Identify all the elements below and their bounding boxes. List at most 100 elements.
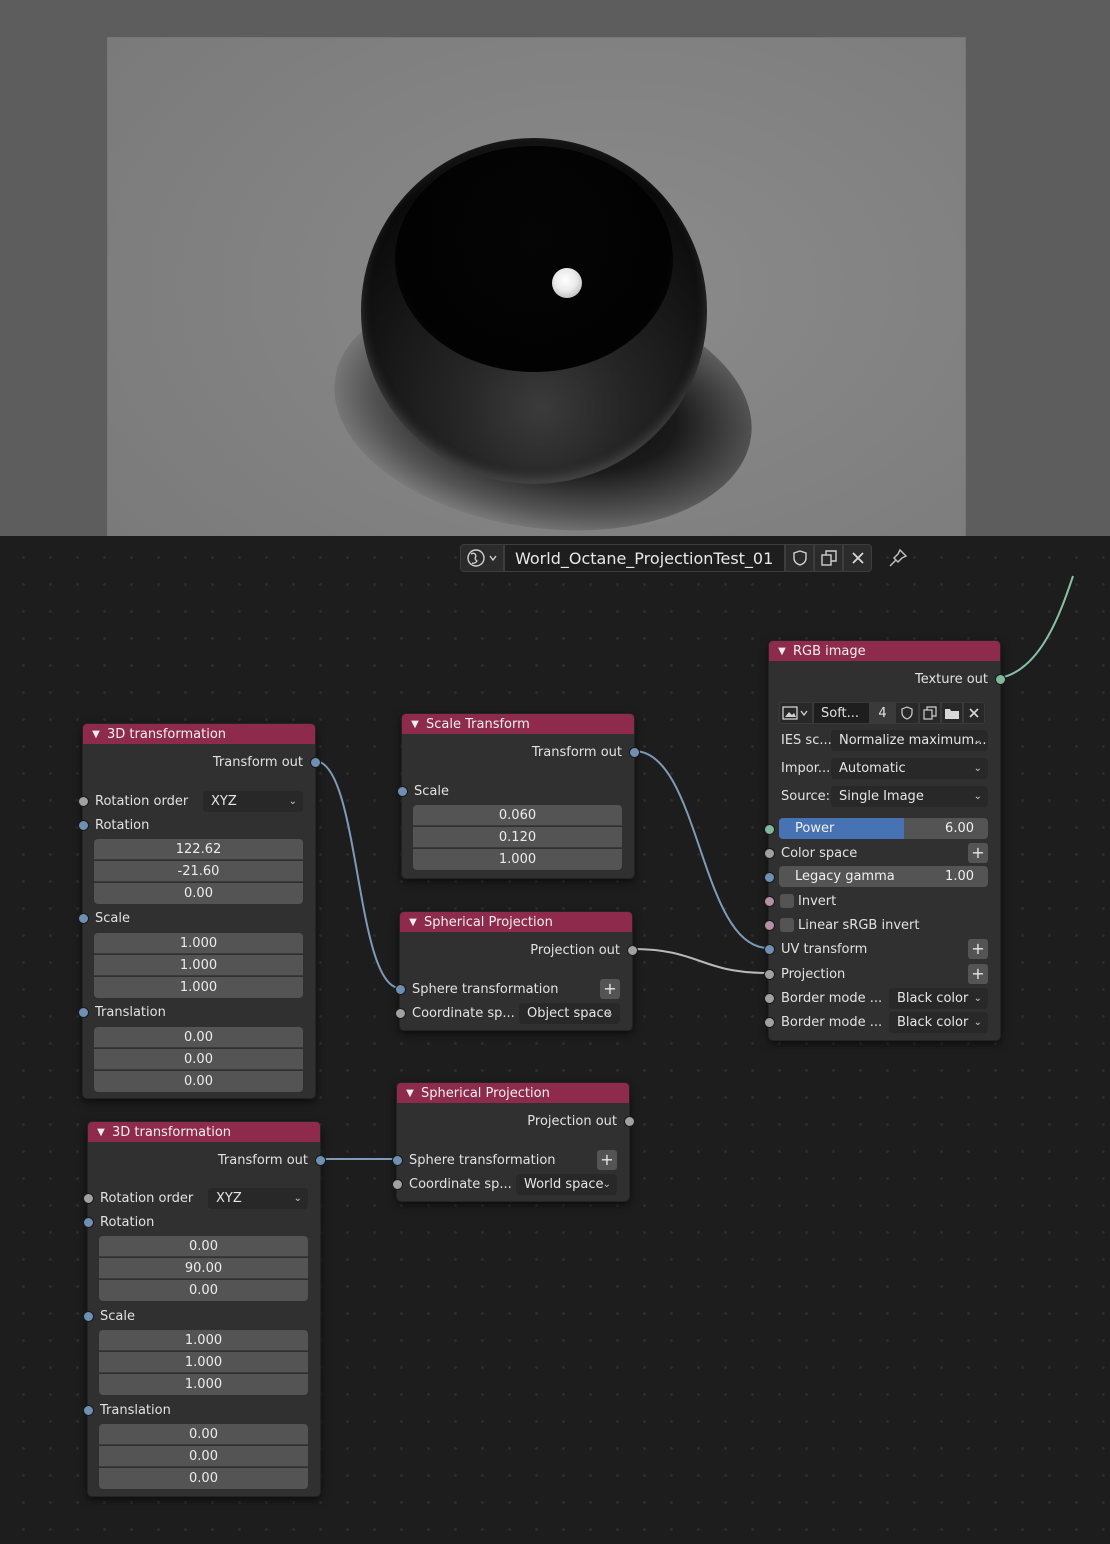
node-header[interactable]: ▼ Spherical Projection <box>400 912 632 932</box>
power-slider[interactable]: Power 6.00 <box>779 818 988 839</box>
world-type-button[interactable] <box>460 544 504 572</box>
chevron-down-icon: ⌄ <box>293 1193 302 1204</box>
coordinate-space-row: Coordinate sp... <box>397 1173 519 1195</box>
translation-x-field[interactable]: 0.00 <box>94 1027 303 1048</box>
plus-icon: + <box>600 1150 614 1169</box>
scale-z-field[interactable]: 1.000 <box>99 1374 308 1395</box>
node-header[interactable]: ▼ 3D transformation <box>83 724 315 744</box>
plus-icon: + <box>971 843 985 862</box>
ies-scaling-label: IES sc... <box>781 732 832 748</box>
pin-button[interactable] <box>884 544 912 572</box>
add-input-button[interactable]: + <box>600 979 620 999</box>
chevron-down-icon: ⌄ <box>602 1179 611 1190</box>
import-dropdown[interactable]: Automatic ⌄ <box>831 758 988 779</box>
translation-y-field[interactable]: 0.00 <box>94 1049 303 1070</box>
unlink-button[interactable] <box>843 544 872 572</box>
node-header[interactable]: ▼ Scale Transform <box>402 714 634 734</box>
image-icon <box>782 706 808 720</box>
scale-y-field[interactable]: 1.000 <box>99 1352 308 1373</box>
rotation-order-dropdown[interactable]: XYZ ⌄ <box>203 791 303 812</box>
output-label: Texture out <box>914 671 988 687</box>
fake-user-button[interactable] <box>785 544 814 572</box>
link-scale-to-rgb-uv <box>633 750 769 949</box>
rotation-y-field[interactable]: 90.00 <box>99 1258 308 1279</box>
image-users-count[interactable]: 4 <box>870 702 895 724</box>
add-input-button[interactable]: + <box>968 843 988 863</box>
node-header[interactable]: ▼ Spherical Projection <box>397 1083 629 1103</box>
coordinate-space-dropdown[interactable]: World space ⌄ <box>516 1174 617 1195</box>
collapse-icon[interactable]: ▼ <box>408 917 418 928</box>
node-3d-transformation-b[interactable]: ▼ 3D transformation Transform out Rotati… <box>83 1121 326 1497</box>
scale-y-field[interactable]: 0.120 <box>413 827 622 848</box>
coordinate-space-label: Coordinate sp... <box>412 1005 515 1021</box>
projection-out-socket[interactable] <box>624 1116 635 1127</box>
node-spherical-projection-b[interactable]: ▼ Spherical Projection Projection out Sp… <box>392 1082 635 1202</box>
translation-x-field[interactable]: 0.00 <box>99 1424 308 1445</box>
node-3d-transformation-a[interactable]: ▼ 3D transformation Transform out Rotati… <box>78 723 321 1099</box>
transform-out-socket[interactable] <box>315 1155 326 1166</box>
translation-z-field[interactable]: 0.00 <box>99 1468 308 1489</box>
texture-out-socket[interactable] <box>995 674 1006 685</box>
node-rgb-image[interactable]: ▼ RGB image Texture out Soft... 4 IES sc… <box>764 640 1006 1041</box>
node-header[interactable]: ▼ 3D transformation <box>88 1122 320 1142</box>
rotation-x-field[interactable]: 122.62 <box>94 839 303 860</box>
open-image-button[interactable] <box>941 702 963 724</box>
duplicate-image-button[interactable] <box>919 702 941 724</box>
add-input-button[interactable]: + <box>968 939 988 959</box>
node-scale-transform[interactable]: ▼ Scale Transform Transform out Scale 0.… <box>397 713 640 879</box>
plus-icon: + <box>971 964 985 983</box>
translation-z-field[interactable]: 0.00 <box>94 1071 303 1092</box>
node-title: Spherical Projection <box>424 914 553 930</box>
source-dropdown[interactable]: Single Image ⌄ <box>831 786 988 807</box>
image-browse-button[interactable] <box>779 702 813 724</box>
collapse-icon[interactable]: ▼ <box>405 1088 415 1099</box>
rotation-y-field[interactable]: -21.60 <box>94 861 303 882</box>
border-mode-u-dropdown[interactable]: Black color ⌄ <box>889 988 988 1009</box>
linear-srgb-invert-socket[interactable] <box>764 920 775 931</box>
add-input-button[interactable]: + <box>597 1150 617 1170</box>
node-spherical-projection-a[interactable]: ▼ Spherical Projection Projection out Sp… <box>395 911 638 1031</box>
node-header[interactable]: ▼ RGB image <box>769 641 1000 661</box>
rotation-x-field[interactable]: 0.00 <box>99 1236 308 1257</box>
rotation-z-field[interactable]: 0.00 <box>94 883 303 904</box>
unlink-image-button[interactable] <box>963 702 985 724</box>
rotation-order-dropdown[interactable]: XYZ ⌄ <box>208 1188 308 1209</box>
transform-out-socket[interactable] <box>310 757 321 768</box>
scale-x-field[interactable]: 1.000 <box>99 1330 308 1351</box>
rotation-label: Rotation <box>95 817 150 833</box>
node-title: RGB image <box>793 643 866 659</box>
collapse-icon[interactable]: ▼ <box>96 1127 106 1138</box>
close-icon <box>851 552 864 564</box>
collapse-icon[interactable]: ▼ <box>777 646 787 657</box>
collapse-icon[interactable]: ▼ <box>91 729 101 740</box>
duplicate-button[interactable] <box>814 544 843 572</box>
scale-z-field[interactable]: 1.000 <box>94 977 303 998</box>
scale-x-field[interactable]: 1.000 <box>94 933 303 954</box>
invert-socket[interactable] <box>764 896 775 907</box>
material-name-field[interactable]: World_Octane_ProjectionTest_01 <box>504 544 785 572</box>
coordinate-space-dropdown[interactable]: Object space ⌄ <box>519 1003 620 1024</box>
scale-y-field[interactable]: 1.000 <box>94 955 303 976</box>
invert-checkbox[interactable] <box>780 894 794 908</box>
border-mode-v-dropdown[interactable]: Black color ⌄ <box>889 1012 988 1033</box>
power-socket[interactable] <box>764 824 775 835</box>
collapse-icon[interactable]: ▼ <box>410 719 420 730</box>
output-label: Projection out <box>527 1113 617 1129</box>
legacy-gamma-slider[interactable]: Legacy gamma 1.00 <box>779 866 988 887</box>
legacy-gamma-socket[interactable] <box>764 872 775 883</box>
linear-srgb-invert-checkbox[interactable] <box>780 918 794 932</box>
add-input-button[interactable]: + <box>968 964 988 984</box>
projection-out-socket[interactable] <box>627 945 638 956</box>
scale-z-field[interactable]: 1.000 <box>413 849 622 870</box>
transform-out-socket[interactable] <box>629 747 640 758</box>
rotation-z-field[interactable]: 0.00 <box>99 1280 308 1301</box>
output-row: Transform out <box>83 751 315 773</box>
translation-y-field[interactable]: 0.00 <box>99 1446 308 1467</box>
scale-x-field[interactable]: 0.060 <box>413 805 622 826</box>
sphere-transformation-row: Sphere transformation <box>397 1149 629 1171</box>
fake-user-button[interactable] <box>895 702 919 724</box>
image-name-field[interactable]: Soft... <box>813 702 870 724</box>
linear-srgb-invert-label: Linear sRGB invert <box>798 917 920 933</box>
rotation-label: Rotation <box>100 1214 155 1230</box>
ies-scaling-dropdown[interactable]: Normalize maximum... ⌄ <box>831 730 988 751</box>
